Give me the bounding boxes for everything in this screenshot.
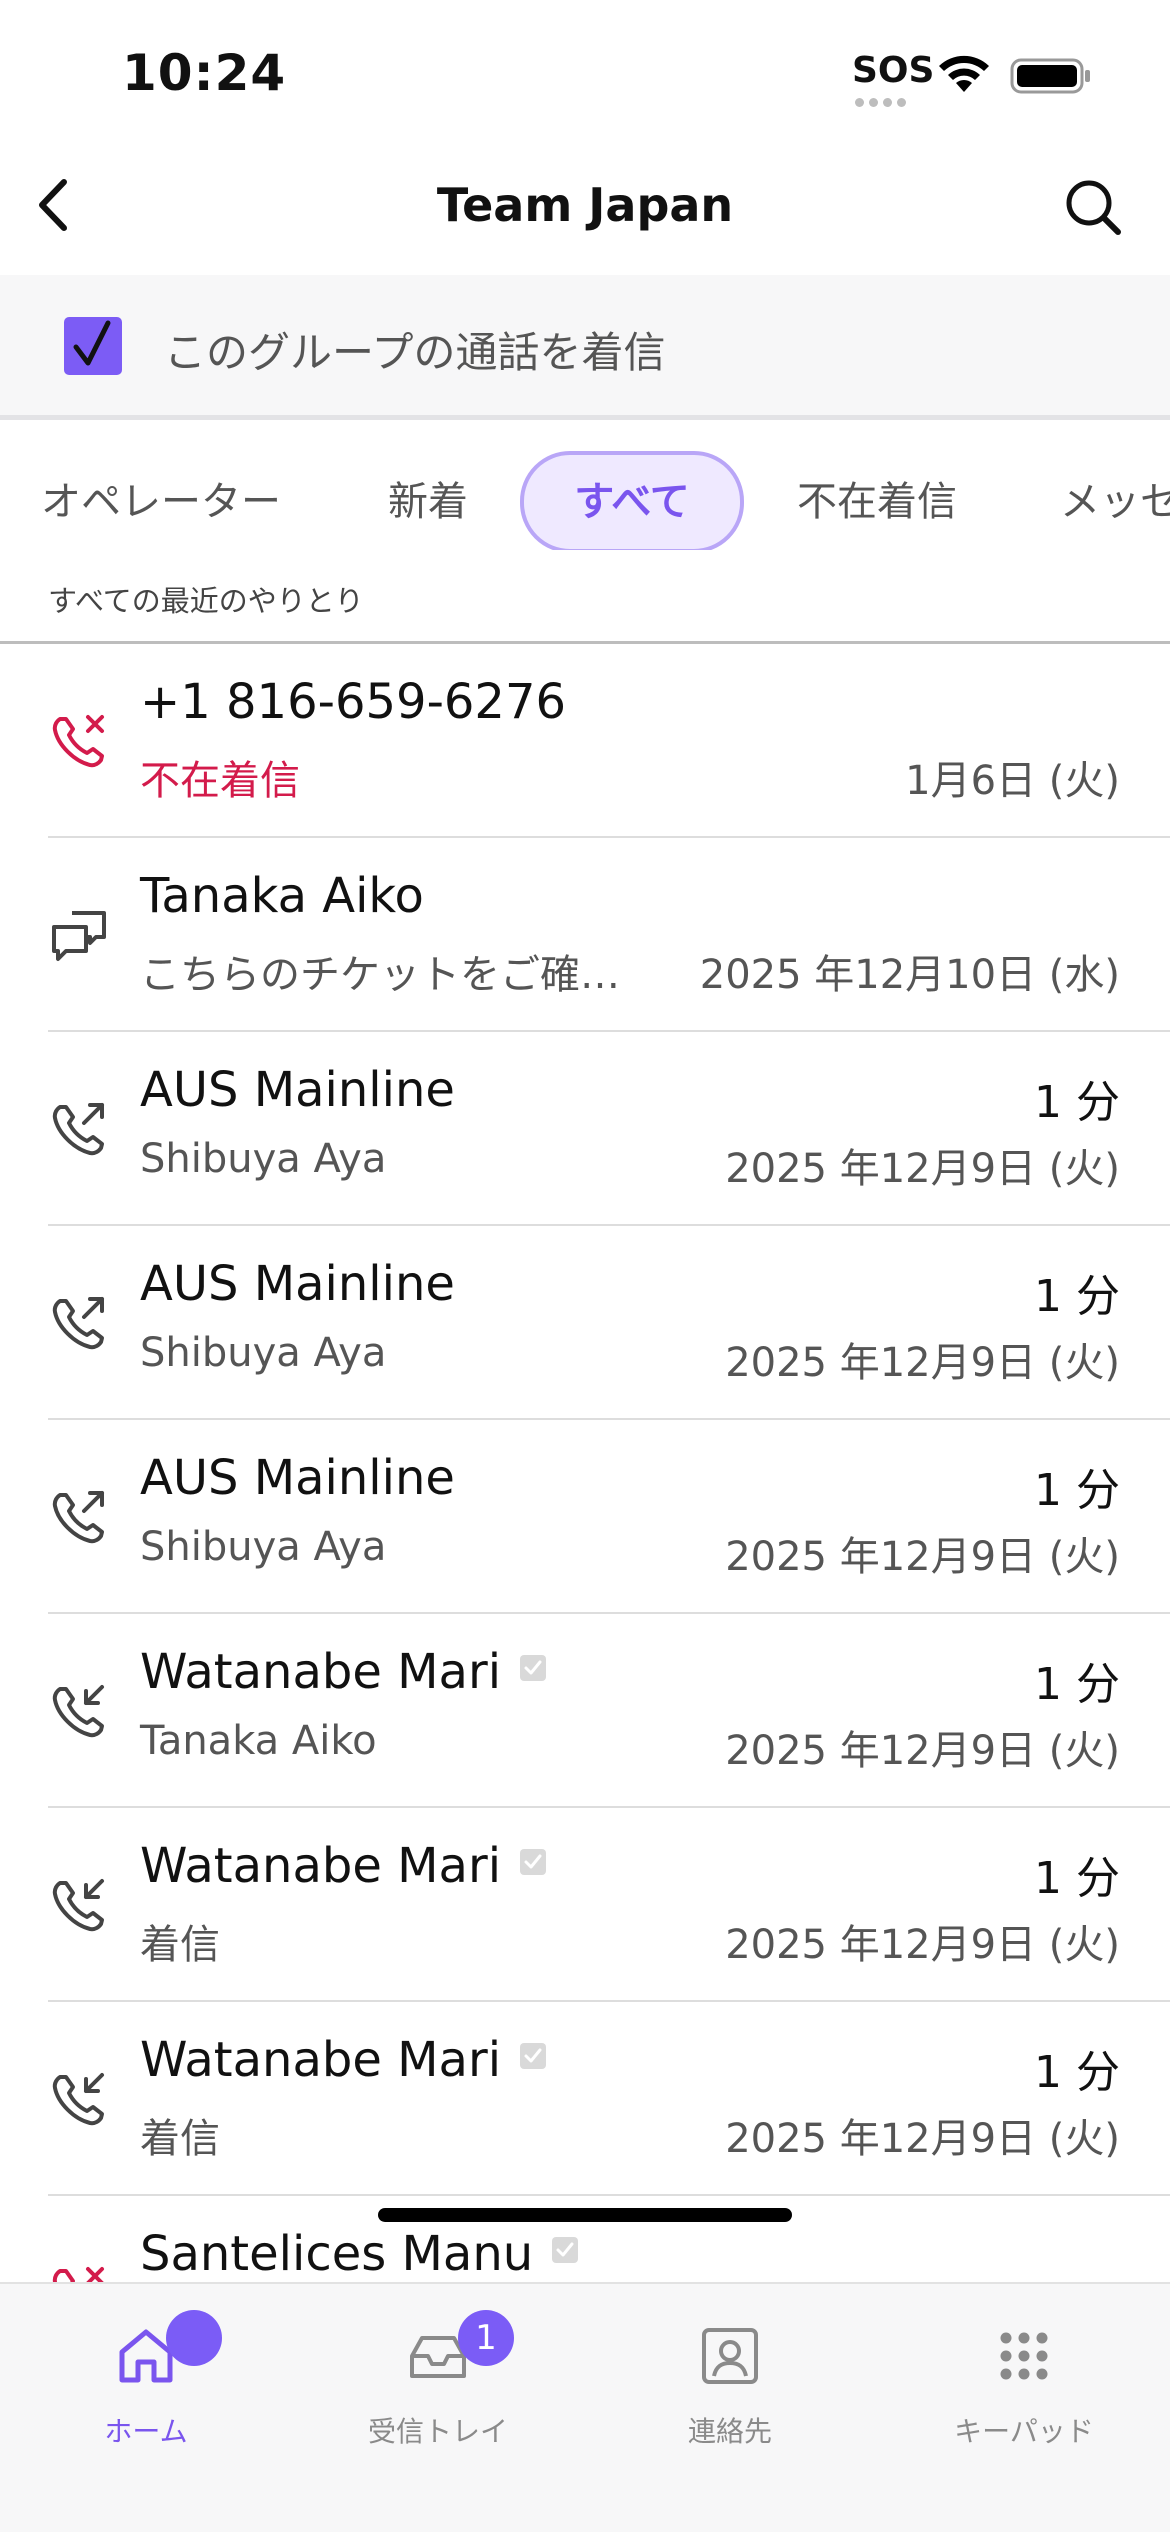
list-item[interactable]: Tanaka Aiko こちらのチケットをご確… 2025 年12月10日 (水… <box>0 838 1170 1032</box>
outgoing-call-icon <box>52 1103 104 1156</box>
tab-bar-label: 受信トレイ <box>367 2415 508 2448</box>
receive-group-calls-checkbox[interactable] <box>64 317 122 375</box>
verified-icon <box>520 2043 547 2069</box>
row-duration: 1 分 <box>1034 1659 1120 1710</box>
status-time: 10:24 <box>122 44 287 102</box>
group-calls-banner: このグループの通話を着信 <box>0 275 1170 420</box>
verified-icon <box>552 2237 579 2263</box>
row-subtitle: 不在着信 <box>140 758 300 804</box>
list-item[interactable]: Watanabe Mari Tanaka Aiko 1 分 2025 年12月9… <box>0 1614 1170 1808</box>
row-date: 2025 年12月9日 (火) <box>725 1922 1120 1968</box>
row-duration: 1 分 <box>1034 2047 1120 2098</box>
verified-icon <box>520 1655 547 1681</box>
row-title: AUS Mainline <box>140 1256 455 1312</box>
signal-dots <box>855 92 915 107</box>
activity-list: +1 816-659-6276 不在着信 1月6日 (火) Tanaka Aik… <box>0 644 1170 2282</box>
row-date: 2025 年12月9日 (火) <box>725 1534 1120 1580</box>
incoming-call-icon <box>52 2073 104 2126</box>
sos-indicator: SOS <box>852 50 935 91</box>
row-title: Watanabe Mari <box>140 1644 547 1700</box>
tab-messages[interactable]: メッセ <box>1060 451 1170 550</box>
list-item[interactable]: Watanabe Mari 着信 1 分 2025 年12月9日 (火) <box>0 2002 1170 2196</box>
outgoing-call-icon <box>52 1491 104 1544</box>
status-bar: 10:24 SOS <box>0 0 1170 150</box>
row-subtitle: Shibuya Aya <box>140 1524 387 1570</box>
row-duration: 1 分 <box>1034 1077 1120 1128</box>
row-title: Tanaka Aiko <box>140 868 424 924</box>
row-title: +1 816-659-6276 <box>140 674 567 730</box>
contacts-icon <box>702 2328 758 2384</box>
tab-new[interactable]: 新着 <box>370 451 486 550</box>
search-icon[interactable] <box>1058 172 1128 242</box>
row-subtitle: 着信 <box>140 1922 220 1968</box>
filter-tabs: オペレーター 新着 すべて 不在着信 メッセ <box>0 425 1170 550</box>
tab-bar-keypad[interactable]: キーパッド <box>904 2304 1144 2464</box>
row-title: AUS Mainline <box>140 1450 455 1506</box>
home-badge <box>166 2310 222 2366</box>
row-duration: 1 分 <box>1034 1853 1120 1904</box>
row-title: Watanabe Mari <box>140 2032 547 2088</box>
tab-bar-inbox[interactable]: 1 受信トレイ <box>318 2304 558 2464</box>
tab-all[interactable]: すべて <box>520 451 744 550</box>
row-date: 2025 年12月9日 (火) <box>725 1146 1120 1192</box>
tab-operator[interactable]: オペレーター <box>30 451 292 550</box>
tab-bar-home[interactable]: ホーム <box>26 2304 266 2464</box>
row-date: 2025 年12月9日 (火) <box>725 1728 1120 1774</box>
incoming-call-icon <box>52 1685 104 1738</box>
tab-bar-label: ホーム <box>104 2415 188 2448</box>
row-date: 2025 年12月10日 (水) <box>699 952 1120 998</box>
list-item[interactable]: AUS Mainline Shibuya Aya 1 分 2025 年12月9日… <box>0 1226 1170 1420</box>
verified-icon <box>520 1849 547 1875</box>
row-subtitle: 着信 <box>140 2116 220 2162</box>
row-duration: 1 分 <box>1034 1271 1120 1322</box>
page-title: Team Japan <box>436 178 734 232</box>
row-title: Santelices Manu <box>140 2226 579 2282</box>
row-date: 1月6日 (火) <box>905 758 1120 804</box>
missed-call-icon <box>52 2267 104 2282</box>
tab-bar-label: 連絡先 <box>687 2415 772 2448</box>
row-duration: 1 分 <box>1034 1465 1120 1516</box>
checkmark-icon <box>73 320 111 366</box>
row-subtitle: Shibuya Aya <box>140 1136 387 1182</box>
row-date: 2025 年12月9日 (火) <box>725 1340 1120 1386</box>
missed-call-icon <box>52 715 104 768</box>
tab-missed[interactable]: 不在着信 <box>782 451 972 550</box>
tab-bar-label: キーパッド <box>954 2415 1094 2448</box>
list-item[interactable]: +1 816-659-6276 不在着信 1月6日 (火) <box>0 644 1170 838</box>
list-item[interactable]: AUS Mainline Shibuya Aya 1 分 2025 年12月9日… <box>0 1032 1170 1226</box>
home-indicator <box>378 2208 792 2222</box>
inbox-badge: 1 <box>458 2310 514 2366</box>
keypad-icon <box>1000 2332 1048 2380</box>
wifi-icon <box>939 55 989 92</box>
tab-bar-contacts[interactable]: 連絡先 <box>610 2304 850 2464</box>
incoming-call-icon <box>52 1879 104 1932</box>
row-subtitle: Shibuya Aya <box>140 1330 387 1376</box>
outgoing-call-icon <box>52 1297 104 1350</box>
battery-icon <box>1010 58 1090 94</box>
row-subtitle: こちらのチケットをご確… <box>140 952 620 998</box>
list-item[interactable]: AUS Mainline Shibuya Aya 1 分 2025 年12月9日… <box>0 1420 1170 1614</box>
bottom-tab-bar: ホーム 1 受信トレイ 連絡先 キーパッド <box>0 2208 1170 2532</box>
message-icon <box>52 911 106 961</box>
receive-group-calls-label: このグループの通話を着信 <box>164 328 666 377</box>
row-title: AUS Mainline <box>140 1062 455 1118</box>
row-date: 2025 年12月9日 (火) <box>725 2116 1120 2162</box>
list-item[interactable]: Watanabe Mari 着信 1 分 2025 年12月9日 (火) <box>0 1808 1170 2002</box>
row-title: Watanabe Mari <box>140 1838 547 1894</box>
row-subtitle: Tanaka Aiko <box>140 1718 377 1764</box>
section-caption: すべての最近のやりとり <box>48 584 364 618</box>
nav-bar: Team Japan <box>0 150 1170 275</box>
